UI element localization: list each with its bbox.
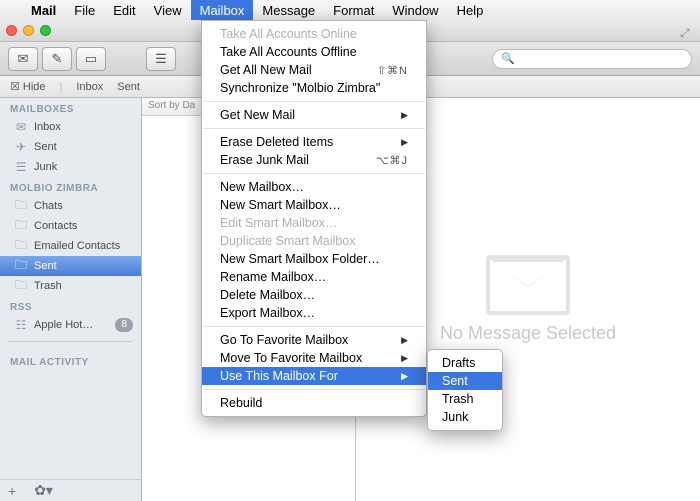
menu-edit-smart-mailbox: Edit Smart Mailbox… bbox=[202, 214, 426, 232]
menu-new-smart-folder[interactable]: New Smart Mailbox Folder… bbox=[202, 250, 426, 268]
window-controls bbox=[6, 25, 51, 36]
compose-button[interactable]: ✎ bbox=[42, 47, 72, 71]
menu-erase-deleted[interactable]: Erase Deleted Items▶ bbox=[202, 133, 426, 151]
minimize-window-button[interactable] bbox=[23, 25, 34, 36]
envelope-placeholder-icon bbox=[486, 255, 570, 315]
menu-take-online: Take All Accounts Online bbox=[202, 25, 426, 43]
submenu-arrow-icon: ▶ bbox=[401, 137, 408, 148]
menu-new-smart-mailbox[interactable]: New Smart Mailbox… bbox=[202, 196, 426, 214]
sidebar-item-contacts[interactable]: 🗀Contacts bbox=[0, 216, 141, 236]
fav-inbox[interactable]: Inbox bbox=[76, 81, 103, 93]
folder-icon: 🗀 bbox=[14, 216, 28, 237]
hide-sidebar-button[interactable]: ☒Hide bbox=[10, 80, 46, 93]
submenu-trash[interactable]: Trash bbox=[428, 390, 502, 408]
sidebar: Mailboxes ✉Inbox ✈Sent ☰Junk Molbio Zimb… bbox=[0, 98, 142, 501]
sidebar-item-chats[interactable]: 🗀Chats bbox=[0, 196, 141, 216]
submenu-drafts[interactable]: Drafts bbox=[428, 354, 502, 372]
menu-get-all-new-mail[interactable]: Get All New Mail⇧⌘N bbox=[202, 61, 426, 79]
menu-new-mailbox[interactable]: New Mailbox… bbox=[202, 178, 426, 196]
unread-badge: 8 bbox=[115, 318, 133, 332]
archive-button[interactable]: ☰ bbox=[146, 47, 176, 71]
inbox-icon: ✉ bbox=[14, 120, 28, 134]
submenu-arrow-icon: ▶ bbox=[401, 353, 408, 364]
no-message-label: No Message Selected bbox=[440, 323, 616, 344]
folder-icon: 🗀 bbox=[14, 256, 28, 277]
compose-icon: ✎ bbox=[52, 51, 63, 67]
sidebar-item-sent-folder[interactable]: 🗀Sent bbox=[0, 256, 141, 276]
section-account: Molbio Zimbra bbox=[0, 177, 141, 196]
folder-icon: 🗀 bbox=[14, 196, 28, 217]
menu-rename-mailbox[interactable]: Rename Mailbox… bbox=[202, 268, 426, 286]
menu-file[interactable]: File bbox=[65, 0, 104, 20]
junk-icon: ☰ bbox=[14, 160, 28, 174]
menu-message[interactable]: Message bbox=[253, 0, 324, 20]
submenu-arrow-icon: ▶ bbox=[401, 335, 408, 346]
note-icon: ▭ bbox=[85, 51, 97, 67]
sidebar-item-emailed-contacts[interactable]: 🗀Emailed Contacts bbox=[0, 236, 141, 256]
app-menu[interactable]: Mail bbox=[22, 0, 65, 20]
menu-help[interactable]: Help bbox=[448, 0, 493, 20]
menu-export-mailbox[interactable]: Export Mailbox… bbox=[202, 304, 426, 322]
search-icon: 🔍 bbox=[501, 52, 515, 65]
menu-use-this-mailbox-for[interactable]: Use This Mailbox For▶ bbox=[202, 367, 426, 385]
system-menubar: Mail File Edit View Mailbox Message Form… bbox=[0, 0, 700, 20]
mailbox-menu: Take All Accounts Online Take All Accoun… bbox=[201, 20, 427, 417]
submenu-sent[interactable]: Sent bbox=[428, 372, 502, 390]
menu-moveto-favorite[interactable]: Move To Favorite Mailbox▶ bbox=[202, 349, 426, 367]
sidebar-item-junk[interactable]: ☰Junk bbox=[0, 157, 141, 177]
close-window-button[interactable] bbox=[6, 25, 17, 36]
menu-edit[interactable]: Edit bbox=[104, 0, 144, 20]
menu-goto-favorite[interactable]: Go To Favorite Mailbox▶ bbox=[202, 331, 426, 349]
sidebar-item-trash[interactable]: 🗀Trash bbox=[0, 276, 141, 296]
submenu-junk[interactable]: Junk bbox=[428, 408, 502, 426]
section-mailboxes: Mailboxes bbox=[0, 98, 141, 117]
add-button[interactable]: + bbox=[8, 483, 16, 499]
search-field[interactable]: 🔍 bbox=[492, 49, 692, 69]
menu-synchronize[interactable]: Synchronize "Molbio Zimbra" bbox=[202, 79, 426, 97]
fullscreen-icon[interactable]: ⤢ bbox=[680, 26, 694, 36]
menu-erase-junk[interactable]: Erase Junk Mail⌥⌘J bbox=[202, 151, 426, 169]
folder-icon: 🗀 bbox=[14, 236, 28, 257]
sidebar-footer: + ✿▾ bbox=[0, 479, 141, 501]
folder-icon: 🗀 bbox=[14, 276, 28, 297]
menu-format[interactable]: Format bbox=[324, 0, 383, 20]
menu-delete-mailbox[interactable]: Delete Mailbox… bbox=[202, 286, 426, 304]
search-input[interactable] bbox=[519, 53, 683, 65]
section-rss: RSS bbox=[0, 296, 141, 315]
envelope-icon: ✉ bbox=[18, 51, 29, 67]
use-mailbox-submenu: Drafts Sent Trash Junk bbox=[427, 349, 503, 431]
get-mail-button[interactable]: ✉ bbox=[8, 47, 38, 71]
rss-icon: ☷ bbox=[14, 318, 28, 332]
archive-icon: ☰ bbox=[155, 51, 167, 67]
zoom-window-button[interactable] bbox=[40, 25, 51, 36]
menu-get-new-mail[interactable]: Get New Mail▶ bbox=[202, 106, 426, 124]
submenu-arrow-icon: ▶ bbox=[401, 110, 408, 121]
note-button[interactable]: ▭ bbox=[76, 47, 106, 71]
menu-view[interactable]: View bbox=[145, 0, 191, 20]
submenu-arrow-icon: ▶ bbox=[401, 371, 408, 382]
menu-duplicate-smart-mailbox: Duplicate Smart Mailbox bbox=[202, 232, 426, 250]
menu-window[interactable]: Window bbox=[383, 0, 447, 20]
menu-mailbox[interactable]: Mailbox bbox=[191, 0, 254, 20]
menu-take-offline[interactable]: Take All Accounts Offline bbox=[202, 43, 426, 61]
menu-rebuild[interactable]: Rebuild bbox=[202, 394, 426, 412]
fav-sent[interactable]: Sent bbox=[117, 81, 140, 93]
hide-icon: ☒ bbox=[10, 80, 20, 93]
section-mail-activity: Mail Activity bbox=[0, 351, 141, 370]
action-menu-button[interactable]: ✿▾ bbox=[34, 482, 53, 499]
sidebar-item-inbox[interactable]: ✉Inbox bbox=[0, 117, 141, 137]
sidebar-item-rss-applehot[interactable]: ☷Apple Hot…8 bbox=[0, 315, 141, 335]
sidebar-item-sent[interactable]: ✈Sent bbox=[0, 137, 141, 157]
sent-icon: ✈ bbox=[14, 140, 28, 154]
